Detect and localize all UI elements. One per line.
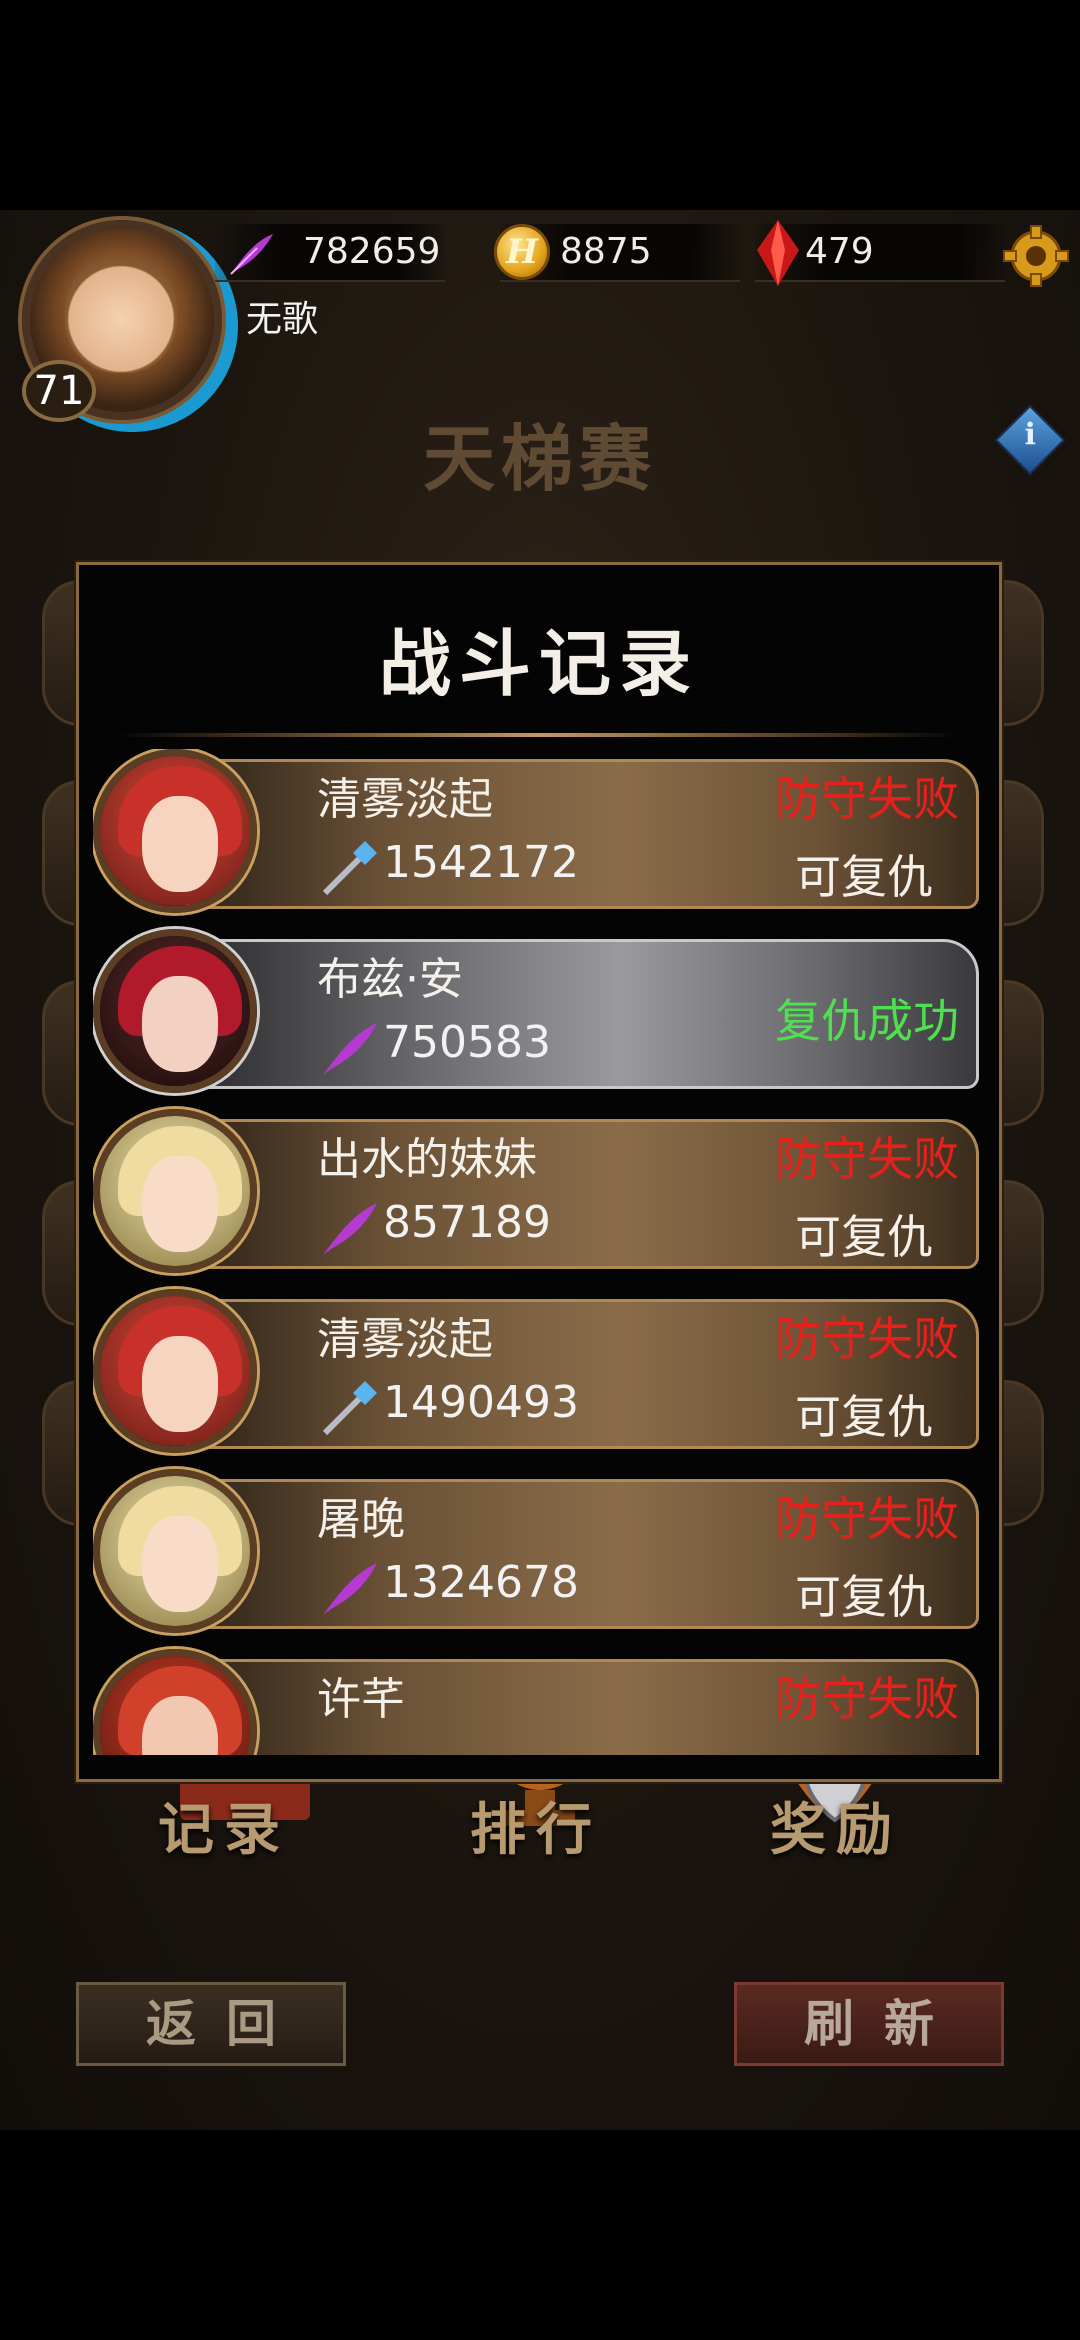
opponent-power: 1490493: [383, 1377, 579, 1428]
revenge-button[interactable]: 可复仇: [795, 1201, 933, 1267]
resource-gold: H 8875: [494, 224, 740, 282]
opponent-avatar[interactable]: [93, 929, 257, 1093]
staff-icon: [322, 841, 377, 896]
revenge-status: 复仇成功: [775, 994, 959, 1048]
staff-icon: [322, 1381, 377, 1436]
record-row[interactable]: 清雾淡起 1490493 防守失败 可复仇: [93, 1289, 989, 1455]
opponent-name: 清雾淡起: [317, 1314, 493, 1365]
record-row[interactable]: 清雾淡起 1542172 防守失败 可复仇: [93, 749, 989, 915]
opponent-avatar[interactable]: [93, 1469, 257, 1633]
opponent-name: 布兹·安: [317, 954, 463, 1005]
defense-status: 防守失败: [775, 772, 959, 826]
page-title: 天梯赛: [422, 416, 657, 501]
gold-coin-icon: H: [494, 224, 550, 280]
resource-gem: 479: [755, 220, 1005, 286]
record-row[interactable]: 许芊 防守失败: [93, 1649, 989, 1755]
opponent-avatar[interactable]: [93, 1289, 257, 1453]
gem-value: 479: [805, 231, 874, 272]
back-button[interactable]: 返回: [76, 1982, 346, 2066]
defense-status: 防守失败: [775, 1132, 959, 1186]
gold-value: 8875: [560, 231, 652, 272]
dialog-title: 战斗记录: [378, 621, 699, 706]
opponent-name: 出水的妹妹: [317, 1134, 537, 1185]
power-value: 782659: [303, 231, 441, 272]
gear-icon[interactable]: [1000, 224, 1072, 288]
opponent-name: 许芊: [317, 1674, 405, 1725]
player-name: 无歌: [246, 299, 319, 340]
divider: [119, 733, 959, 737]
revenge-button[interactable]: 可复仇: [795, 841, 933, 907]
opponent-power: 1542172: [383, 837, 579, 888]
nav-reward-label[interactable]: 奖励: [770, 1785, 902, 1866]
opponent-avatar[interactable]: [93, 1649, 257, 1755]
opponent-power: 750583: [383, 1017, 551, 1068]
feather-icon: [323, 1203, 377, 1255]
avatar-face: [65, 253, 177, 373]
defense-status: 防守失败: [775, 1672, 959, 1726]
feather-icon: [323, 1023, 377, 1075]
opponent-avatar[interactable]: [93, 749, 257, 913]
refresh-button[interactable]: 刷新: [734, 1982, 1004, 2066]
record-row[interactable]: 出水的妹妹 857189 防守失败 可复仇: [93, 1109, 989, 1275]
opponent-name: 屠晚: [317, 1494, 405, 1545]
feather-icon: [323, 1563, 377, 1615]
resource-power: 782659: [215, 224, 445, 282]
red-gem-icon: [757, 220, 799, 286]
revenge-button[interactable]: 可复仇: [795, 1561, 933, 1627]
opponent-power: 857189: [383, 1197, 551, 1248]
nav-record-label[interactable]: 记录: [158, 1785, 290, 1866]
defense-status: 防守失败: [775, 1312, 959, 1366]
nav-ranking-label[interactable]: 排行: [470, 1785, 602, 1866]
record-row[interactable]: 布兹·安 750583 复仇成功: [93, 929, 989, 1095]
record-row[interactable]: 屠晚 1324678 防守失败 可复仇: [93, 1469, 989, 1635]
opponent-avatar[interactable]: [93, 1109, 257, 1273]
revenge-button[interactable]: 可复仇: [795, 1381, 933, 1447]
game-screen: 71 无歌 782659 H 8875 479 天梯赛 i 记录 排行 奖励 返…: [0, 210, 1080, 2130]
defense-status: 防守失败: [775, 1492, 959, 1546]
feather-icon: [230, 234, 273, 275]
battle-record-list[interactable]: 清雾淡起 1542172 防守失败 可复仇 布兹·安 750583 复仇成功 出…: [93, 749, 989, 1755]
battle-record-dialog: 战斗记录 清雾淡起 1542172 防守失败 可复仇 布兹·安 750583 复…: [76, 562, 1002, 1782]
opponent-name: 清雾淡起: [317, 774, 493, 825]
opponent-power: 1324678: [383, 1557, 579, 1608]
